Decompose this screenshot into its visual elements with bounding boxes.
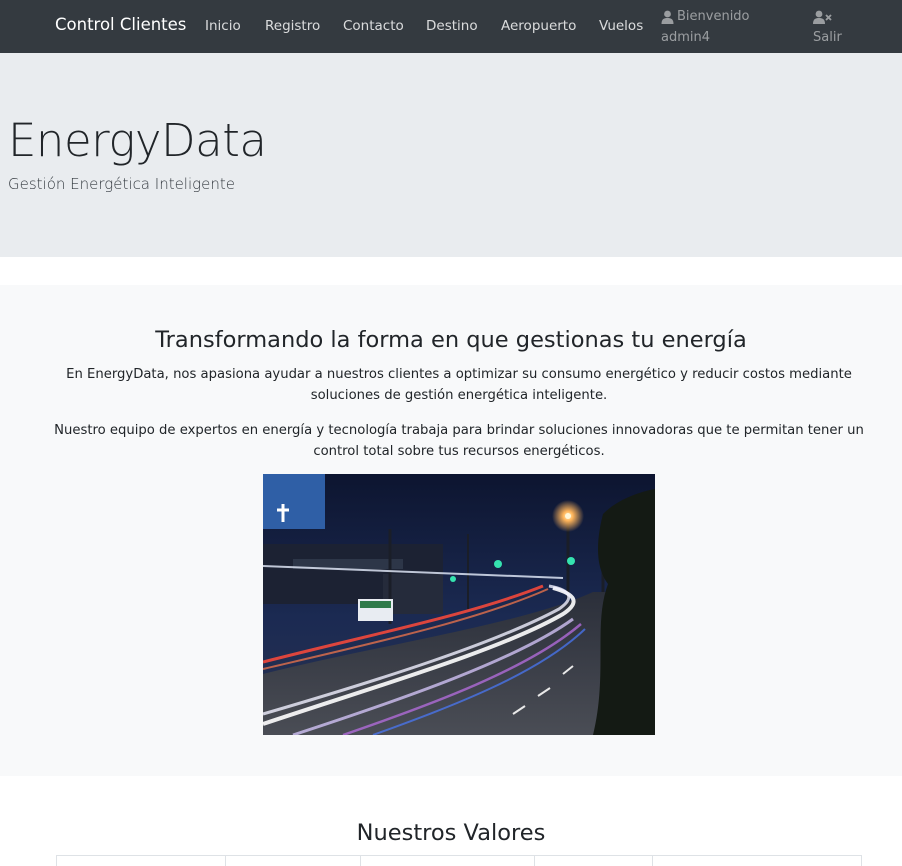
- nav-link-inicio[interactable]: Inicio: [205, 18, 241, 34]
- welcome-label: Bienvenido: [677, 9, 750, 24]
- user-icon: [661, 10, 674, 24]
- nav-link-registro[interactable]: Registro: [265, 18, 320, 34]
- logout-link[interactable]: Salir: [813, 6, 842, 48]
- light-trails-photo: [263, 474, 655, 735]
- page-title: EnergyData: [8, 114, 267, 167]
- username-label: admin4: [661, 30, 711, 45]
- values-table: [56, 855, 862, 866]
- values-heading: Nuestros Valores: [356, 820, 546, 846]
- user-times-icon: [813, 10, 832, 24]
- about-section: Transformando la forma en que gestionas …: [0, 285, 902, 776]
- navbar: Control Clientes Inicio Registro Contact…: [0, 0, 902, 53]
- nav-link-aeropuerto[interactable]: Aeropuerto: [501, 18, 576, 34]
- navbar-brand[interactable]: Control Clientes: [55, 15, 186, 34]
- about-heading: Transformando la forma en que gestionas …: [155, 327, 747, 353]
- nav-link-contacto[interactable]: Contacto: [343, 18, 404, 34]
- nav-link-vuelos[interactable]: Vuelos: [599, 18, 643, 34]
- welcome-user: Bienvenido admin4: [661, 6, 750, 48]
- about-paragraph-1: En EnergyData, nos apasiona ayudar a nue…: [66, 367, 852, 403]
- jumbotron: EnergyData Gestión Energética Inteligent…: [0, 53, 902, 257]
- page-subtitle: Gestión Energética Inteligente: [8, 175, 235, 193]
- about-paragraph-2: Nuestro equipo de expertos en energía y …: [54, 423, 864, 459]
- nav-link-destino[interactable]: Destino: [426, 18, 478, 34]
- logout-label: Salir: [813, 30, 842, 45]
